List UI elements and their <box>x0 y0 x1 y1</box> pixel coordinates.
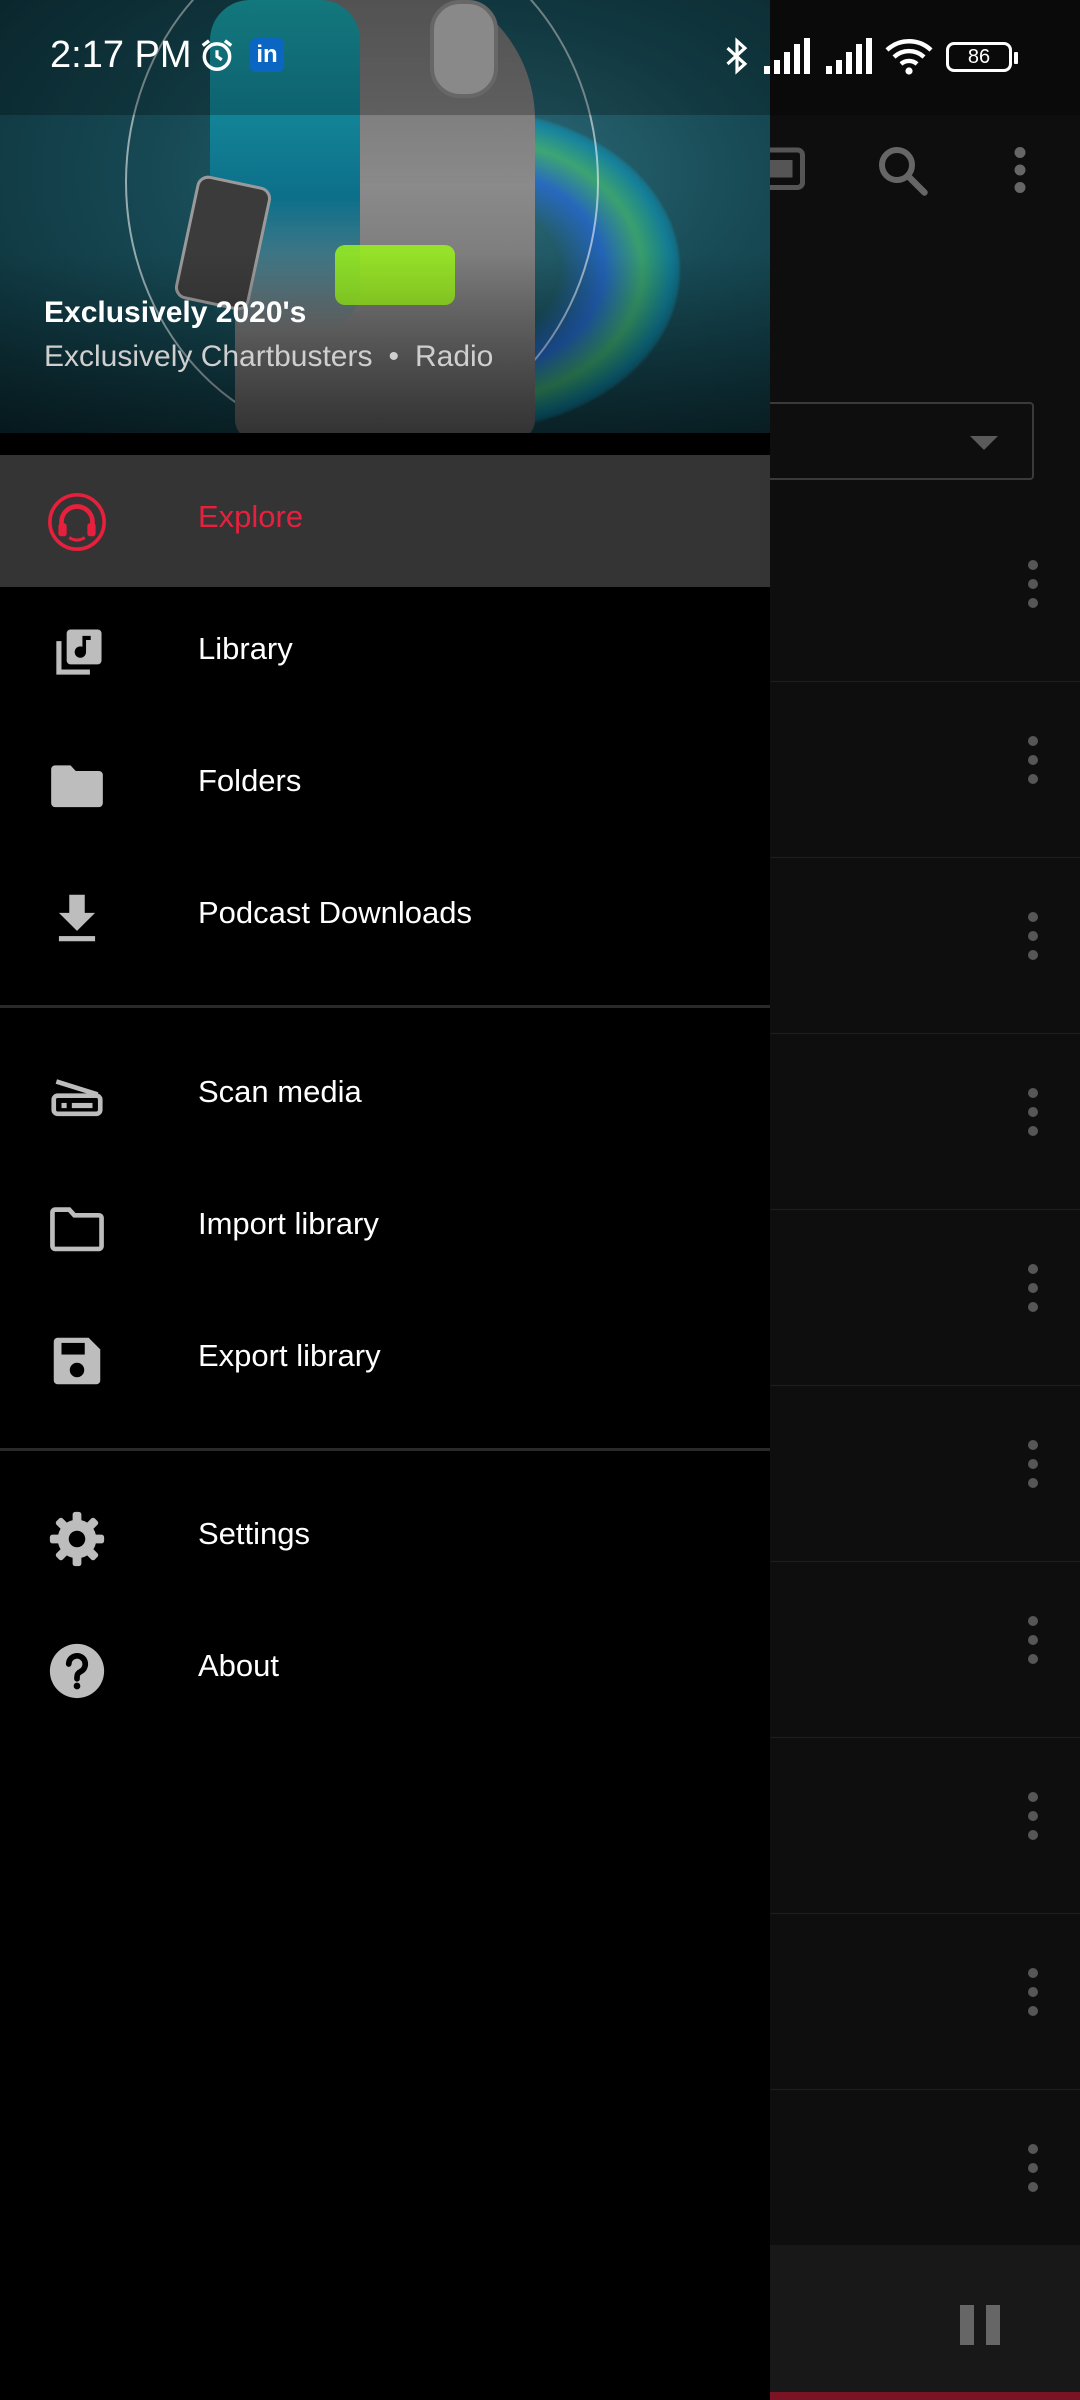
list-item[interactable] <box>770 1913 1080 2090</box>
drawer-item-label: About <box>198 1648 280 1683</box>
more-vert-icon[interactable] <box>1028 1616 1038 1673</box>
now-playing-artist: Exclusively Chartbusters <box>44 340 373 373</box>
drawer-item-label: Podcast Downloads <box>198 895 472 930</box>
list-item[interactable] <box>770 681 1080 858</box>
now-playing-type: Radio <box>414 340 494 373</box>
drawer-item-label: Settings <box>198 1516 311 1551</box>
now-playing-title: Exclusively 2020's <box>44 296 307 329</box>
drawer-item-scan-media[interactable]: Scan media <box>0 1030 770 1162</box>
drawer-item-podcast-downloads[interactable]: Podcast Downloads <box>0 851 770 983</box>
drawer-item-about[interactable]: About <box>0 1604 770 1736</box>
list-item[interactable] <box>770 1561 1080 1738</box>
drawer-item-label: Library <box>198 631 293 666</box>
more-vert-icon[interactable] <box>990 140 1050 200</box>
more-vert-icon[interactable] <box>1028 1440 1038 1497</box>
folder-outline-icon <box>50 1207 104 1252</box>
more-vert-icon[interactable] <box>1028 2144 1038 2201</box>
status-time: 2:17 PM <box>50 34 192 76</box>
signal-icon <box>826 38 872 74</box>
alarm-icon <box>201 39 233 71</box>
help-icon <box>49 1643 105 1699</box>
list-item[interactable] <box>770 1737 1080 1914</box>
list-item[interactable] <box>770 2089 1080 2265</box>
drawer-item-label: Export library <box>198 1338 381 1373</box>
save-icon <box>53 1337 101 1385</box>
drawer-item-folders[interactable]: Folders <box>0 719 770 851</box>
signal-icon <box>764 38 810 74</box>
list-item[interactable] <box>770 1385 1080 1562</box>
list-item[interactable] <box>770 857 1080 1034</box>
battery-icon: 86 <box>946 42 1018 72</box>
list-item[interactable] <box>770 1209 1080 1386</box>
drawer-item-label: Import library <box>198 1206 379 1241</box>
mini-player[interactable] <box>770 2245 1080 2400</box>
gear-icon <box>49 1511 105 1567</box>
search-icon[interactable] <box>872 140 932 200</box>
more-vert-icon[interactable] <box>1028 1264 1038 1321</box>
drawer-item-import-library[interactable]: Import library <box>0 1162 770 1294</box>
drawer-divider <box>0 1448 770 1451</box>
drawer-item-library[interactable]: Library <box>0 587 770 719</box>
more-vert-icon[interactable] <box>1028 1088 1038 1145</box>
drawer-item-label: Explore <box>198 499 304 534</box>
drawer-item-settings[interactable]: Settings <box>0 1472 770 1604</box>
scanner-icon <box>51 1079 103 1117</box>
drawer-item-label: Folders <box>198 763 302 798</box>
more-vert-icon[interactable] <box>1028 560 1038 617</box>
dropdown-arrow-icon <box>970 436 998 450</box>
folder-icon <box>51 765 103 808</box>
list-item[interactable] <box>770 1033 1080 1210</box>
pause-icon[interactable] <box>960 2305 1000 2345</box>
playback-progress <box>770 2392 1080 2400</box>
more-vert-icon[interactable] <box>1028 736 1038 793</box>
music-library-icon <box>56 629 102 675</box>
drawer-item-explore[interactable]: Explore <box>0 455 770 587</box>
more-vert-icon[interactable] <box>1028 1792 1038 1849</box>
navigation-drawer: Exclusively 2020's Exclusively Chartbust… <box>0 0 770 2400</box>
list-item[interactable] <box>770 505 1080 682</box>
drawer-item-export-library[interactable]: Export library <box>0 1294 770 1426</box>
more-vert-icon[interactable] <box>1028 1968 1038 2025</box>
separator-dot: • <box>388 340 399 373</box>
bluetooth-icon <box>726 37 748 75</box>
linkedin-icon: in <box>250 38 284 72</box>
more-vert-icon[interactable] <box>1028 912 1038 969</box>
now-playing-subtitle: Exclusively Chartbusters • Radio <box>44 340 493 374</box>
headphones-icon <box>48 493 106 551</box>
wifi-icon <box>885 39 933 75</box>
status-bar: 2:17 PM in 86 <box>0 0 1080 115</box>
drawer-divider <box>0 1005 770 1008</box>
download-icon <box>58 894 96 942</box>
drawer-item-label: Scan media <box>198 1074 362 1109</box>
